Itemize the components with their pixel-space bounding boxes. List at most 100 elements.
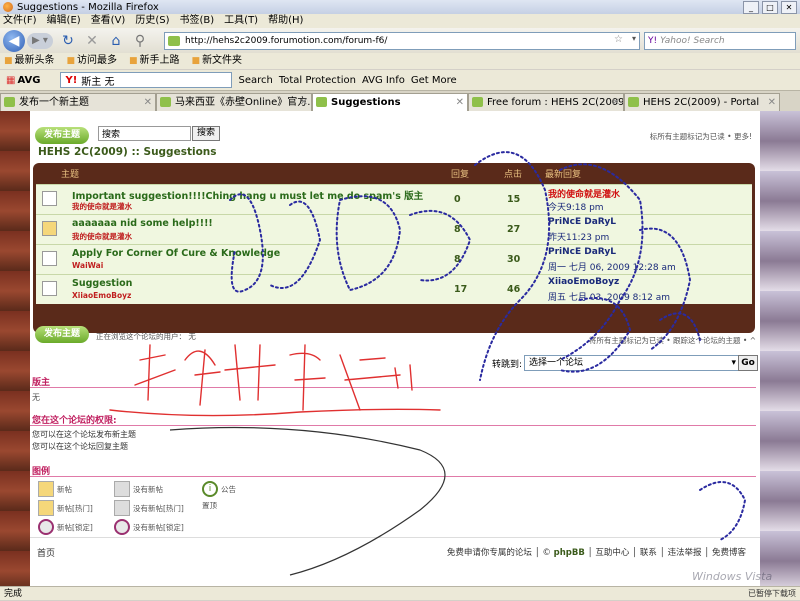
tab-new-topic[interactable]: 发布一个新主题 ✕ [0, 93, 156, 111]
forward-button[interactable]: ▶ ▾ [27, 32, 53, 49]
table-row[interactable]: Suggestion XiiaoEmoBoyz 17 46 XiiaoEmoBoyz 周五… [36, 274, 752, 304]
last-post-author-link[interactable]: 我的使命就是灌水 [548, 187, 620, 200]
addon-icon[interactable]: ⚲ [131, 32, 149, 50]
navigation-toolbar: ◀ ▶ ▾ ↻ ✕ ⌂ ⚲ http://hehs2c2009.forumoti… [0, 28, 800, 53]
topic-author-link[interactable]: XiiaoEmoBoyz [72, 291, 131, 300]
home-icon[interactable]: ⌂ [107, 32, 125, 50]
topic-status-icon [42, 221, 57, 236]
tab-label: HEHS 2C(2009) - Portal [643, 97, 760, 108]
topic-views: 15 [507, 194, 521, 205]
bookmark-item[interactable]: 最新头条 [4, 53, 55, 69]
bookmark-item[interactable]: 访问最多 [67, 53, 117, 69]
menu-file[interactable]: 文件(F) [3, 14, 37, 28]
legend-new: 新帖 [38, 481, 72, 497]
reload-icon[interactable]: ↻ [59, 32, 77, 50]
last-post-author-link[interactable]: PriNcE DaRyL [548, 217, 616, 227]
topic-status-icon [42, 191, 57, 206]
yahoo-search-field[interactable]: Y! 斯主 无 [60, 72, 233, 88]
footer-contact-link[interactable]: 联系 [640, 548, 657, 558]
new-topic-button-bottom[interactable]: 发布主题 [35, 326, 89, 343]
stop-icon[interactable]: ✕ [83, 32, 101, 50]
close-button[interactable]: ✕ [781, 1, 797, 14]
footer-report-link[interactable]: 违法举报 [667, 548, 701, 558]
menu-tools[interactable]: 工具(T) [224, 14, 258, 28]
close-tab-icon[interactable]: ✕ [612, 94, 620, 111]
bookmark-item[interactable]: 新文件夹 [192, 53, 242, 69]
avg-search-button[interactable]: Search [238, 75, 272, 86]
close-tab-icon[interactable]: ✕ [144, 94, 152, 111]
topic-author-link[interactable]: 我的使命就是灌水 [72, 231, 132, 242]
url-dropdown-icon[interactable]: ▾ [632, 34, 636, 43]
forum-search-input[interactable]: 搜索 [98, 126, 191, 141]
lock-icon [38, 519, 54, 535]
search-engine-icon[interactable]: Y! [648, 36, 657, 46]
forum-page: 发布主题 搜索 搜索 标所有主题标记为已读 • 更多! HEHS 2C(2009… [30, 111, 760, 586]
menu-history[interactable]: 历史(S) [135, 14, 169, 28]
moderator-value: 无 [32, 393, 40, 402]
new-topic-button[interactable]: 发布主题 [35, 127, 89, 144]
topic-title-link[interactable]: Suggestion [72, 278, 132, 289]
site-favicon [168, 36, 180, 46]
avg-logo[interactable]: AVG [6, 75, 40, 86]
menu-view[interactable]: 查看(V) [91, 14, 126, 28]
legend-new-locked: 新帖[锁定] [38, 519, 93, 535]
topic-status-icon [42, 251, 57, 266]
menu-bookmarks[interactable]: 书签(B) [180, 14, 215, 28]
url-bar[interactable]: http://hehs2c2009.forumotion.com/forum-f… [164, 32, 640, 50]
download-status[interactable]: 已暂停下载项 [748, 587, 796, 601]
tab-portal[interactable]: HEHS 2C(2009) - Portal ✕ [624, 93, 780, 111]
last-post-author-link[interactable]: PriNcE DaRyL [548, 247, 616, 257]
topic-title-link[interactable]: aaaaaaa nid some help!!!! [72, 218, 213, 229]
bookmark-star-icon[interactable]: ☆ [614, 34, 623, 45]
close-tab-icon[interactable]: ✕ [768, 94, 776, 111]
legend-label: 没有新帖[热门] [133, 503, 184, 513]
jump-select[interactable]: 选择一个论坛 ▾ [524, 355, 740, 371]
go-button[interactable]: Go [738, 355, 758, 371]
footer-help-link[interactable]: 互助中心 [595, 548, 629, 558]
tab-chibi[interactable]: 马来西亚《赤壁Online》官方... ✕ [156, 93, 312, 111]
menu-help[interactable]: 帮助(H) [268, 14, 303, 28]
legend-label: 新帖[热门] [57, 503, 93, 513]
footer-phpbb-link[interactable]: phpBB [554, 548, 585, 558]
topic-title-link[interactable]: Apply For Corner Of Cure & Knowledge [72, 248, 280, 259]
mark-read-top[interactable]: 标所有主题标记为已读 • 更多! [650, 131, 752, 142]
chevron-down-icon[interactable]: ▾ [731, 356, 736, 370]
url-text: http://hehs2c2009.forumotion.com/forum-f… [185, 36, 388, 46]
table-row[interactable]: aaaaaaa nid some help!!!! 我的使命就是灌水 8 27 PriN… [36, 214, 752, 244]
table-row[interactable]: Apply For Corner Of Cure & Knowledge WaiW… [36, 244, 752, 274]
forum-search-button[interactable]: 搜索 [192, 126, 220, 141]
footer-free-forum-link[interactable]: 免费申请你专属的论坛 [447, 548, 532, 558]
no-new-hot-icon [114, 500, 130, 516]
avg-info-button[interactable]: AVG Info [362, 75, 405, 86]
background-photo-left [0, 111, 30, 586]
close-tab-icon[interactable]: ✕ [456, 94, 464, 111]
total-protection-button[interactable]: Total Protection [279, 75, 356, 86]
close-tab-icon[interactable]: ✕ [300, 94, 308, 111]
topic-views: 46 [507, 284, 521, 295]
tab-free-forum[interactable]: Free forum : HEHS 2C(2009) ✕ [468, 93, 624, 111]
legend-no-new-hot: 没有新帖[热门] [114, 500, 184, 516]
footer-blog-link[interactable]: 免费博客 [712, 548, 746, 558]
back-button[interactable]: ◀ [3, 29, 25, 52]
minimize-button[interactable]: _ [743, 1, 759, 14]
legend-label: 新帖[锁定] [57, 522, 93, 532]
topic-title-link[interactable]: Important suggestion!!!!Ching hang u mus… [72, 188, 423, 202]
mark-read-bottom[interactable]: 将所有主题标记为已读 • 跟踪这个论坛的主题 • ^ [589, 335, 756, 346]
maximize-button[interactable]: □ [762, 1, 778, 14]
get-more-button[interactable]: Get More [411, 75, 457, 86]
last-post-author-link[interactable]: XiiaoEmoBoyz [548, 277, 619, 287]
footer-home-link[interactable]: 首页 [37, 546, 55, 559]
topic-replies: 0 [454, 194, 461, 205]
table-row[interactable]: Important suggestion!!!!Ching hang u mus… [36, 184, 752, 214]
status-bar: 完成 已暂停下载项 [0, 586, 800, 600]
search-box[interactable]: Y! Yahoo! Search [644, 32, 796, 50]
tab-suggestions[interactable]: Suggestions ✕ [312, 93, 468, 111]
page-content: 发布主题 搜索 搜索 标所有主题标记为已读 • 更多! HEHS 2C(2009… [0, 111, 800, 586]
page-title[interactable]: HEHS 2C(2009) :: Suggestions [38, 146, 217, 158]
topic-author-link[interactable]: WaiWai [72, 261, 103, 270]
title-bar: Suggestions - Mozilla Firefox _ □ ✕ [0, 0, 800, 14]
topic-status-icon [42, 281, 57, 296]
bookmark-item[interactable]: 新手上路 [129, 53, 180, 69]
topic-author-link[interactable]: 我的使命就是灌水 [72, 201, 132, 212]
menu-edit[interactable]: 编辑(E) [47, 14, 81, 28]
